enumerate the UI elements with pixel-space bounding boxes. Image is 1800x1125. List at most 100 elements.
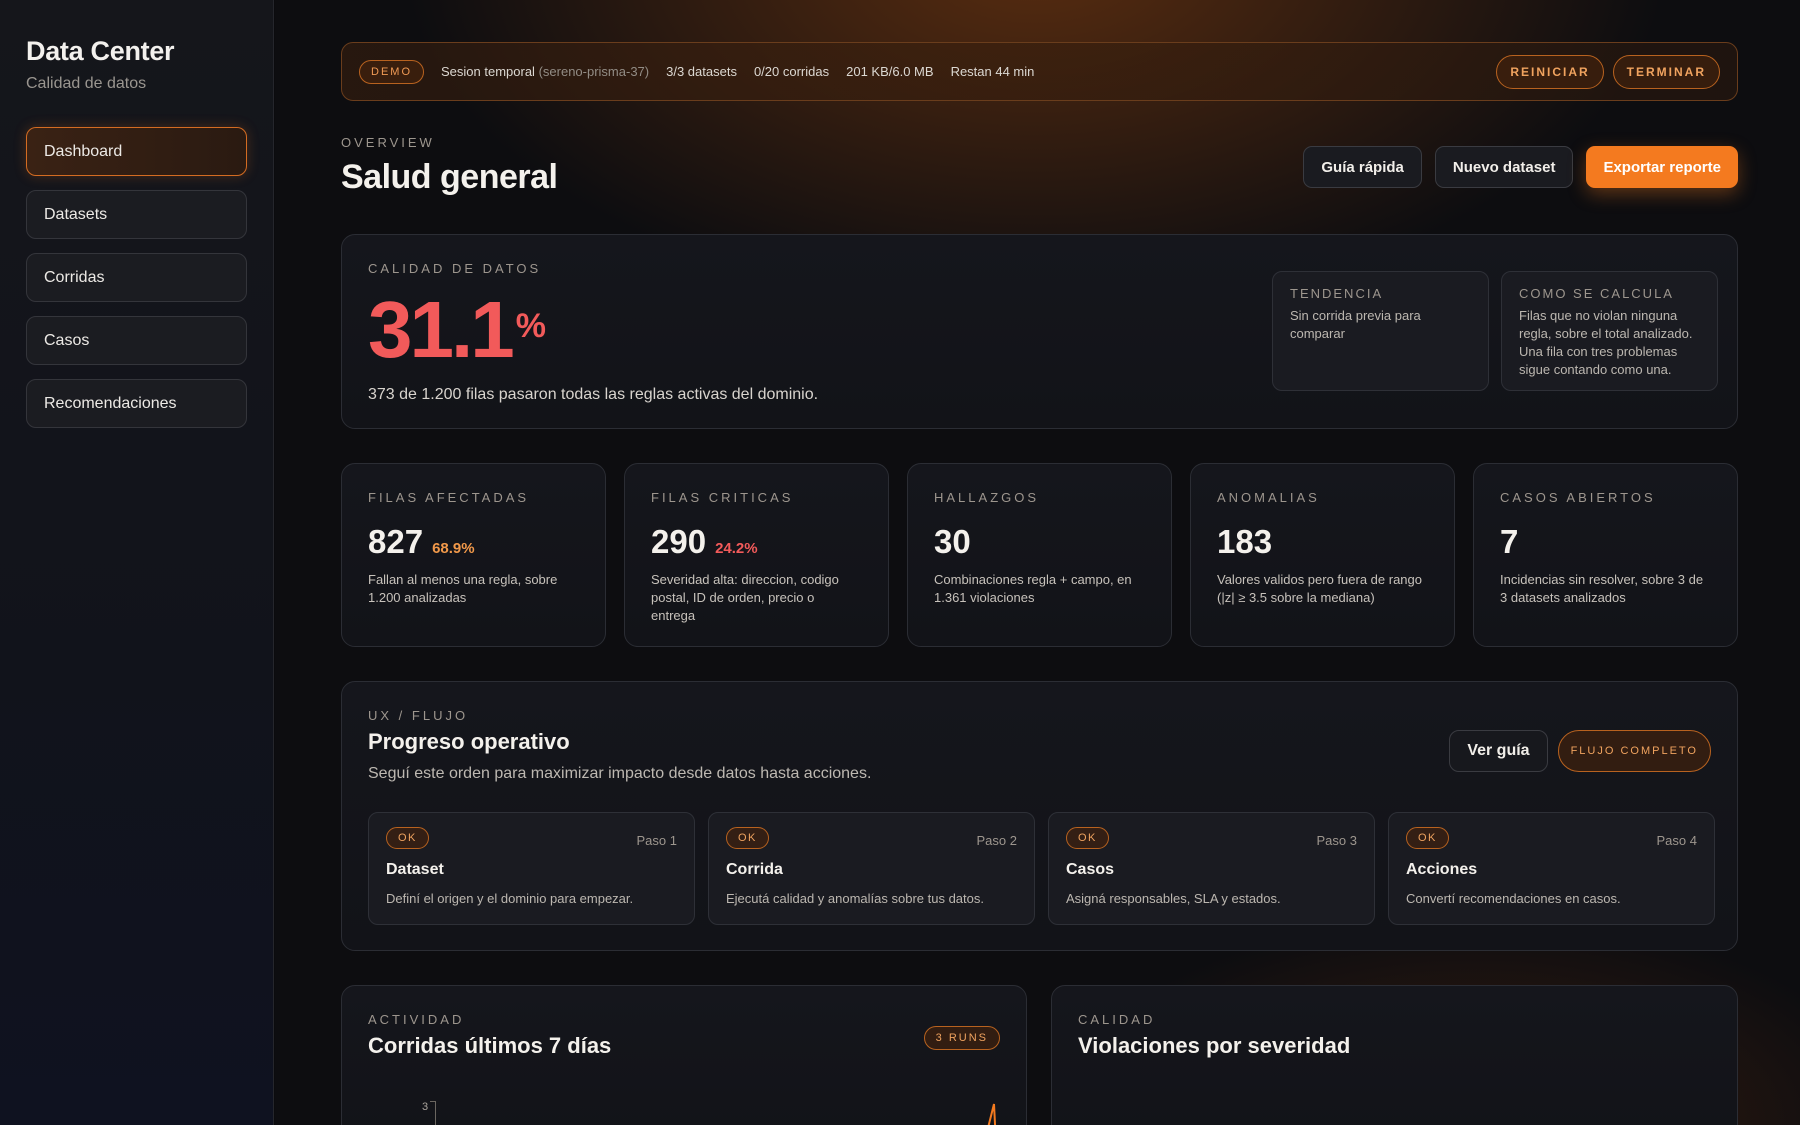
y-axis-line <box>435 1101 436 1125</box>
kpi-value-row: 183 <box>1217 523 1428 561</box>
kpi-description: Valores validos pero fuera de rango (|z|… <box>1217 572 1422 605</box>
runs-count-badge: 3 RUNS <box>923 1026 1000 1050</box>
kpi-value-row: 290 24.2% <box>651 523 862 561</box>
kpi-label: FILAS AFECTADAS <box>368 490 530 505</box>
kpi-value-row: 827 68.9% <box>368 523 579 561</box>
session-remaining: Restan 44 min <box>950 64 1035 79</box>
session-runs: 0/20 corridas <box>753 64 830 79</box>
step-status-badge: OK <box>1406 827 1449 849</box>
calculation-text: Filas que no violan ninguna regla, sobre… <box>1519 308 1693 377</box>
severity-title: Violaciones por severidad <box>1078 1033 1351 1058</box>
kpi-card-filas-criticas: FILAS CRITICAS 290 24.2% Severidad alta:… <box>624 463 889 647</box>
kpi-description: Fallan al menos una regla, sobre 1.200 a… <box>368 572 558 605</box>
sidebar-item-casos[interactable]: Casos <box>26 316 247 365</box>
step-status-badge: OK <box>726 827 769 849</box>
step-number: Paso 3 <box>1316 833 1357 848</box>
quality-value: 31.1 <box>368 285 515 374</box>
step-card-dataset[interactable]: OK Paso 1 Dataset Definí el origen y el … <box>368 812 695 925</box>
sidebar-item-dashboard[interactable]: Dashboard <box>26 127 247 176</box>
step-description: Ejecutá calidad y anomalías sobre tus da… <box>726 891 984 906</box>
flow-actions: Ver guía FLUJO COMPLETO <box>1449 730 1711 772</box>
header-actions: Guía rápida Nuevo dataset Exportar repor… <box>1303 146 1738 188</box>
step-card-corrida[interactable]: OK Paso 2 Corrida Ejecutá calidad y anom… <box>708 812 1035 925</box>
kpi-value: 30 <box>934 523 971 560</box>
trend-text: Sin corrida previa para comparar <box>1290 308 1421 341</box>
sidebar-item-recomendaciones[interactable]: Recomendaciones <box>26 379 247 428</box>
step-card-acciones[interactable]: OK Paso 4 Acciones Convertí recomendacio… <box>1388 812 1715 925</box>
kpi-label: ANOMALIAS <box>1217 490 1320 505</box>
brand-subtitle: Calidad de datos <box>26 75 147 92</box>
step-title: Corrida <box>726 861 783 878</box>
restart-button[interactable]: REINICIAR <box>1496 54 1604 89</box>
demo-badge: DEMO <box>359 59 424 84</box>
kpi-value: 183 <box>1217 523 1273 560</box>
kpi-description: Combinaciones regla + campo, en 1.361 vi… <box>934 572 1132 605</box>
flow-status-badge: FLUJO COMPLETO <box>1557 730 1711 772</box>
step-number: Paso 1 <box>636 833 677 848</box>
kpi-label: HALLAZGOS <box>934 490 1040 505</box>
main-content: DEMO Sesion temporal (sereno-prisma-37) … <box>275 0 1800 1125</box>
activity-title: Corridas últimos 7 días <box>368 1033 612 1058</box>
overview-eyebrow: OVERVIEW <box>341 135 435 150</box>
calculation-box: COMO SE CALCULA Filas que no violan ning… <box>1501 271 1718 391</box>
kpi-card-anomalias: ANOMALIAS 183 Valores validos pero fuera… <box>1190 463 1455 647</box>
flow-steps: OK Paso 1 Dataset Definí el origen y el … <box>368 812 1715 925</box>
kpi-value: 290 <box>651 523 707 560</box>
step-number: Paso 2 <box>976 833 1017 848</box>
flow-eyebrow: UX / FLUJO <box>368 708 469 723</box>
new-dataset-button[interactable]: Nuevo dataset <box>1434 146 1574 188</box>
session-actions: REINICIAR TERMINAR <box>1496 54 1720 89</box>
data-quality-card: CALIDAD DE DATOS 31.1 % 373 de 1.200 fil… <box>341 234 1738 429</box>
y-axis-tick: 3 <box>422 1101 429 1113</box>
activity-eyebrow: ACTIVIDAD <box>368 1012 465 1027</box>
step-card-casos[interactable]: OK Paso 3 Casos Asigná responsables, SLA… <box>1048 812 1375 925</box>
severity-chart-card: CALIDAD Violaciones por severidad <box>1051 985 1738 1125</box>
sidebar-item-datasets[interactable]: Datasets <box>26 190 247 239</box>
sidebar: Data Center Calidad de datos Dashboard D… <box>0 0 274 1125</box>
quick-guide-button[interactable]: Guía rápida <box>1303 146 1422 188</box>
kpi-value: 827 <box>368 523 424 560</box>
step-title: Dataset <box>386 861 444 878</box>
activity-chart-card: ACTIVIDAD Corridas últimos 7 días 3 RUNS… <box>341 985 1027 1125</box>
step-description: Convertí recomendaciones en casos. <box>1406 891 1621 906</box>
session-label: Sesion temporal <box>441 64 535 79</box>
export-report-button[interactable]: Exportar reporte <box>1586 146 1738 188</box>
kpi-value: 7 <box>1500 523 1519 560</box>
page-title: Salud general <box>341 158 558 196</box>
step-title: Casos <box>1066 861 1115 878</box>
trend-box: TENDENCIA Sin corrida previa para compar… <box>1272 271 1489 391</box>
step-status-badge: OK <box>386 827 429 849</box>
session-bar: DEMO Sesion temporal (sereno-prisma-37) … <box>341 42 1738 101</box>
step-title: Acciones <box>1406 861 1478 878</box>
kpi-value-row: 7 <box>1500 523 1711 561</box>
step-number: Paso 4 <box>1656 833 1697 848</box>
operational-progress-card: UX / FLUJO Progreso operativo Seguí este… <box>341 681 1738 951</box>
kpi-description: Incidencias sin resolver, sobre 3 de 3 d… <box>1500 572 1704 605</box>
kpi-card-hallazgos: HALLAZGOS 30 Combinaciones regla + campo… <box>907 463 1172 647</box>
brand-title: Data Center <box>26 36 175 66</box>
session-storage: 201 KB/6.0 MB <box>846 64 934 79</box>
kpi-label: FILAS CRITICAS <box>651 490 794 505</box>
step-status-badge: OK <box>1066 827 1109 849</box>
step-description: Definí el origen y el dominio para empez… <box>386 891 634 906</box>
quality-unit: % <box>515 307 546 345</box>
session-info: Sesion temporal (sereno-prisma-37) <box>441 64 649 79</box>
kpi-card-filas-afectadas: FILAS AFECTADAS 827 68.9% Fallan al meno… <box>341 463 606 647</box>
trend-label: TENDENCIA <box>1290 286 1384 301</box>
kpi-percent: 24.2% <box>715 540 758 557</box>
view-guide-button[interactable]: Ver guía <box>1449 730 1548 772</box>
kpi-percent: 68.9% <box>432 540 475 557</box>
session-id: (sereno-prisma-37) <box>538 64 650 79</box>
step-description: Asigná responsables, SLA y estados. <box>1066 891 1281 906</box>
session-datasets: 3/3 datasets <box>666 64 737 79</box>
severity-eyebrow: CALIDAD <box>1078 1012 1156 1027</box>
kpi-description: Severidad alta: direccion, codigo postal… <box>651 572 839 623</box>
activity-line-series <box>987 1103 997 1125</box>
kpi-value-row: 30 <box>934 523 1145 561</box>
kpi-label: CASOS ABIERTOS <box>1500 490 1656 505</box>
kpi-card-casos-abiertos: CASOS ABIERTOS 7 Incidencias sin resolve… <box>1473 463 1738 647</box>
calculation-label: COMO SE CALCULA <box>1519 286 1674 301</box>
sidebar-item-corridas[interactable]: Corridas <box>26 253 247 302</box>
end-session-button[interactable]: TERMINAR <box>1612 54 1720 89</box>
sidebar-nav: Dashboard Datasets Corridas Casos Recome… <box>26 127 247 428</box>
